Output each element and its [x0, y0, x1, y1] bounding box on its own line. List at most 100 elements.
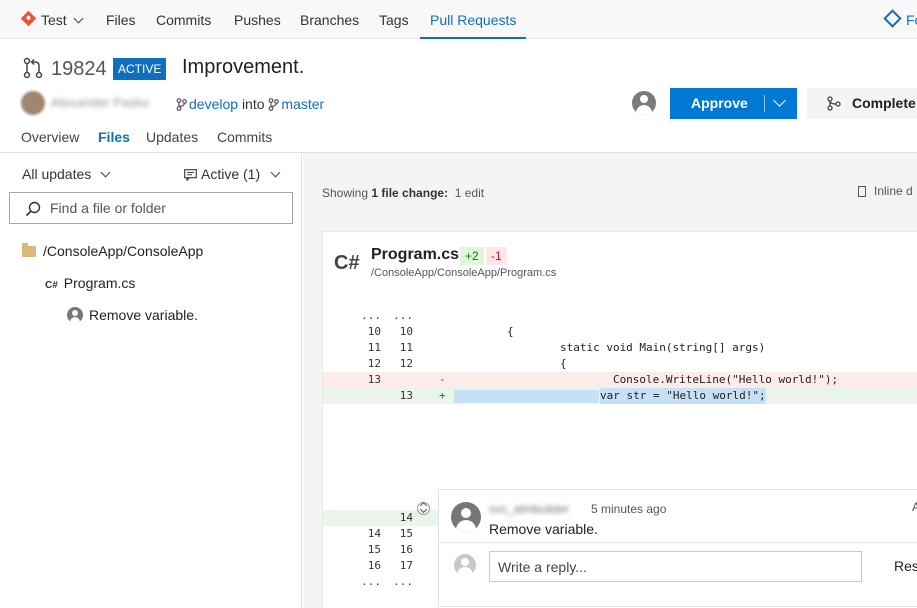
folder-icon	[22, 243, 36, 257]
change-summary: Showing 1 file change: 1 edit	[322, 186, 484, 200]
old-line-number: 15	[367, 543, 381, 556]
chevron-down-icon	[100, 167, 111, 178]
updates-filter[interactable]: All updates	[22, 166, 111, 182]
diff-line[interactable]: 10 10 {	[323, 324, 917, 340]
diff-marker: -	[439, 373, 446, 386]
removed-count-badge: -1	[486, 247, 507, 265]
view-mode-toggle[interactable]: Inline d	[858, 184, 913, 198]
status-badge: ACTIVE	[113, 58, 167, 80]
complete-label: Complete	[852, 95, 916, 111]
follow-link[interactable]: Fo	[906, 0, 917, 39]
nav-pushes[interactable]: Pushes	[234, 0, 281, 39]
target-branch-link[interactable]: master	[281, 96, 324, 112]
merge-icon	[827, 96, 841, 114]
resolve-button[interactable]: Res	[894, 551, 917, 582]
comment-icon	[184, 168, 197, 184]
code-text: var str = "Hello world!";	[600, 388, 766, 404]
collapse-thread-icon[interactable]	[417, 502, 430, 515]
branch-info: develop into master	[176, 96, 324, 114]
nav-tags[interactable]: Tags	[379, 0, 409, 39]
nav-pull-requests[interactable]: Pull Requests	[420, 0, 527, 39]
new-line-number: ...	[393, 575, 413, 588]
new-line-number: 14	[399, 511, 413, 524]
tree-comment[interactable]: Remove variable.	[67, 307, 198, 323]
chevron-down-icon	[73, 13, 84, 24]
diff-line[interactable]: 12 12 {	[323, 356, 917, 372]
code-text: {	[454, 357, 567, 370]
view-mode-label: Inline d	[874, 184, 913, 198]
complete-button[interactable]: Complete	[807, 88, 917, 119]
comment-thread: svc_almbuilder 5 minutes ago Remove vari…	[438, 489, 917, 607]
new-line-number: ...	[393, 309, 413, 322]
file-name[interactable]: Program.cs	[371, 246, 459, 264]
tab-overview[interactable]: Overview	[21, 129, 79, 145]
tree-file[interactable]: C# Program.cs	[45, 275, 135, 291]
approve-button[interactable]: Approve	[670, 88, 797, 119]
comment-author[interactable]: svc_almbuilder	[489, 502, 569, 516]
reviewer-avatar[interactable]	[632, 91, 656, 115]
source-branch-link[interactable]: develop	[189, 96, 238, 112]
new-line-number: 17	[399, 559, 413, 572]
summary-count: 1 file change:	[371, 186, 449, 200]
new-line-number: 10	[399, 325, 413, 338]
author-name[interactable]: Alexander Pasko	[51, 95, 149, 110]
avatar	[454, 554, 476, 576]
file-label: Program.cs	[63, 275, 136, 291]
old-line-number: 13	[367, 373, 381, 386]
csharp-icon: C#	[45, 280, 58, 291]
comment-summary: Remove variable.	[89, 307, 198, 323]
nav-commits[interactable]: Commits	[156, 0, 211, 39]
file-diff-card: C# Program.cs +2 -1 /ConsoleApp/ConsoleA…	[322, 231, 917, 608]
file-path: /ConsoleApp/ConsoleApp/Program.cs	[371, 267, 557, 279]
diff-line[interactable]: 11 11 static void Main(string[] args)	[323, 340, 917, 356]
old-line-number: ...	[361, 575, 381, 588]
old-line-number: ...	[361, 309, 381, 322]
diff-panel: Showing 1 file change: 1 edit Inline d C…	[303, 153, 917, 608]
added-count-badge: +2	[460, 247, 484, 265]
avatar[interactable]	[451, 502, 481, 532]
top-nav: Test Files Commits Pushes Branches Tags …	[0, 0, 917, 39]
approve-label: Approve	[691, 95, 748, 111]
selection-highlight	[454, 390, 599, 403]
csharp-icon: C#	[334, 252, 360, 274]
tab-commits[interactable]: Commits	[217, 129, 272, 145]
divider	[439, 542, 917, 543]
tree-folder[interactable]: /ConsoleApp/ConsoleApp	[22, 243, 203, 259]
avatar	[67, 307, 83, 323]
old-line-number: 16	[367, 559, 381, 572]
thread-status[interactable]: A	[912, 500, 917, 514]
nav-branches[interactable]: Branches	[300, 0, 359, 39]
follow-icon[interactable]	[883, 9, 902, 28]
diff-line[interactable]: ......	[323, 308, 917, 324]
chevron-down-icon[interactable]	[773, 94, 786, 107]
diff-line-added[interactable]: 13 + var str = "Hello world!";	[323, 388, 917, 404]
pull-request-icon	[22, 57, 44, 82]
new-line-number: 11	[399, 341, 413, 354]
comments-filter[interactable]: Active (1)	[184, 166, 281, 184]
into-text: into	[241, 96, 265, 112]
file-tree-panel: All updates Active (1) /ConsoleApp/Conso…	[0, 153, 302, 608]
summary-edits: 1 edit	[454, 186, 485, 200]
search-input[interactable]	[50, 199, 280, 217]
git-repo-icon	[20, 10, 37, 27]
reply-input[interactable]	[498, 558, 848, 576]
reply-field[interactable]	[489, 551, 862, 582]
summary-prefix: Showing	[322, 186, 369, 200]
old-line-number: 14	[367, 527, 381, 540]
file-search[interactable]	[9, 192, 293, 224]
comments-filter-label: Active (1)	[201, 166, 261, 182]
inline-diff-icon	[858, 186, 866, 197]
search-icon	[25, 201, 41, 220]
tab-updates[interactable]: Updates	[146, 129, 198, 145]
code-text: Console.WriteLine("Hello world!");	[454, 373, 839, 386]
nav-files[interactable]: Files	[106, 0, 136, 39]
new-line-number: 16	[399, 543, 413, 556]
repo-selector[interactable]: Test	[41, 0, 84, 39]
code-text: static void Main(string[] args)	[454, 341, 766, 354]
tab-files[interactable]: Files	[98, 129, 130, 145]
diff-line-removed[interactable]: 13 - Console.WriteLine("Hello world!");	[323, 372, 917, 388]
repo-name: Test	[41, 12, 67, 28]
new-line-number: 13	[399, 389, 413, 402]
new-line-number: 15	[399, 527, 413, 540]
avatar[interactable]	[21, 91, 45, 115]
